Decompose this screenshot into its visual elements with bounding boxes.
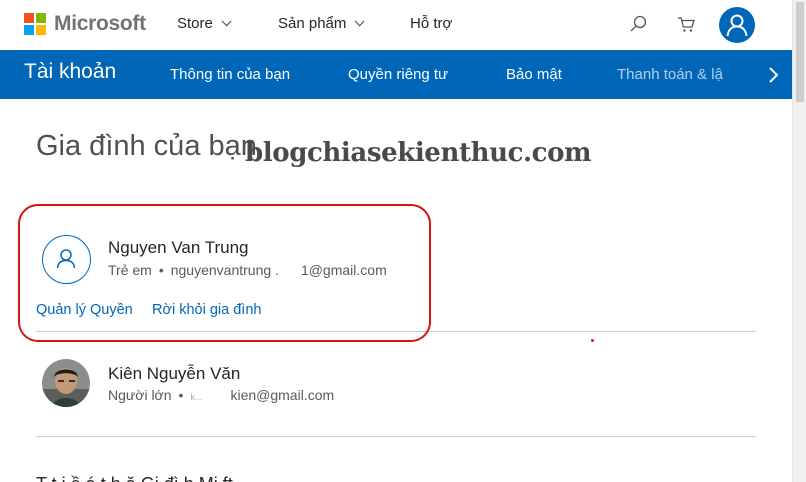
nav-products-label: Sản phẩm: [278, 15, 347, 32]
watermark: blogchiasekienthuc.com: [245, 138, 592, 168]
nav-products[interactable]: Sản phẩm: [278, 15, 365, 32]
page-title: Gia đình của bạn: [36, 130, 257, 162]
chevron-right-icon: [769, 67, 779, 83]
microsoft-logo[interactable]: Microsoft: [24, 12, 146, 36]
annotation-dot: [591, 339, 594, 342]
chevron-down-icon: [221, 16, 232, 27]
top-header: Microsoft Store Sản phẩm Hỗ trợ: [0, 0, 792, 50]
scrollbar[interactable]: [792, 0, 806, 482]
tab-payment[interactable]: Thanh toán & lậ: [617, 66, 723, 83]
tab-privacy[interactable]: Quyền riêng tư: [348, 66, 448, 83]
brand-name: Microsoft: [54, 12, 146, 35]
divider: [36, 436, 756, 437]
tab-your-info[interactable]: Thông tin của bạn: [170, 66, 290, 83]
nav-support[interactable]: Hỗ trợ: [410, 15, 452, 32]
member-details: Người lớn • k... kien@gmail.com: [108, 387, 335, 403]
account-icon: [726, 14, 748, 37]
search-icon[interactable]: [628, 14, 648, 34]
member-email-domain: kien@gmail.com: [230, 387, 335, 403]
nav-next-button[interactable]: [756, 50, 792, 99]
cart-icon[interactable]: [676, 14, 696, 34]
scrollbar-thumb[interactable]: [796, 2, 804, 102]
tab-security[interactable]: Bảo mật: [506, 66, 562, 83]
avatar: [42, 359, 90, 407]
nav-store[interactable]: Store: [177, 15, 232, 32]
member-role: Người lớn: [108, 387, 172, 403]
account-nav-bar: Tài khoản Thông tin của bạn Quyền riêng …: [0, 50, 792, 99]
chevron-down-icon: [355, 16, 365, 27]
profile-photo-icon: [42, 359, 90, 407]
member-name: Kiên Nguyễn Văn: [108, 364, 241, 383]
windows-logo-icon: [24, 13, 46, 35]
member-email: k...: [190, 392, 203, 402]
nav-store-label: Store: [177, 15, 213, 32]
section-heading: T t i ề á t h ă Gi đì h Mi ft: [36, 474, 233, 482]
account-title[interactable]: Tài khoản: [24, 60, 116, 84]
family-member-card: Kiên Nguyễn Văn Người lớn • k... kien@gmail…: [36, 332, 756, 438]
account-avatar-button[interactable]: [719, 7, 755, 43]
highlight-annotation: [18, 204, 431, 342]
nav-support-label: Hỗ trợ: [410, 15, 453, 32]
